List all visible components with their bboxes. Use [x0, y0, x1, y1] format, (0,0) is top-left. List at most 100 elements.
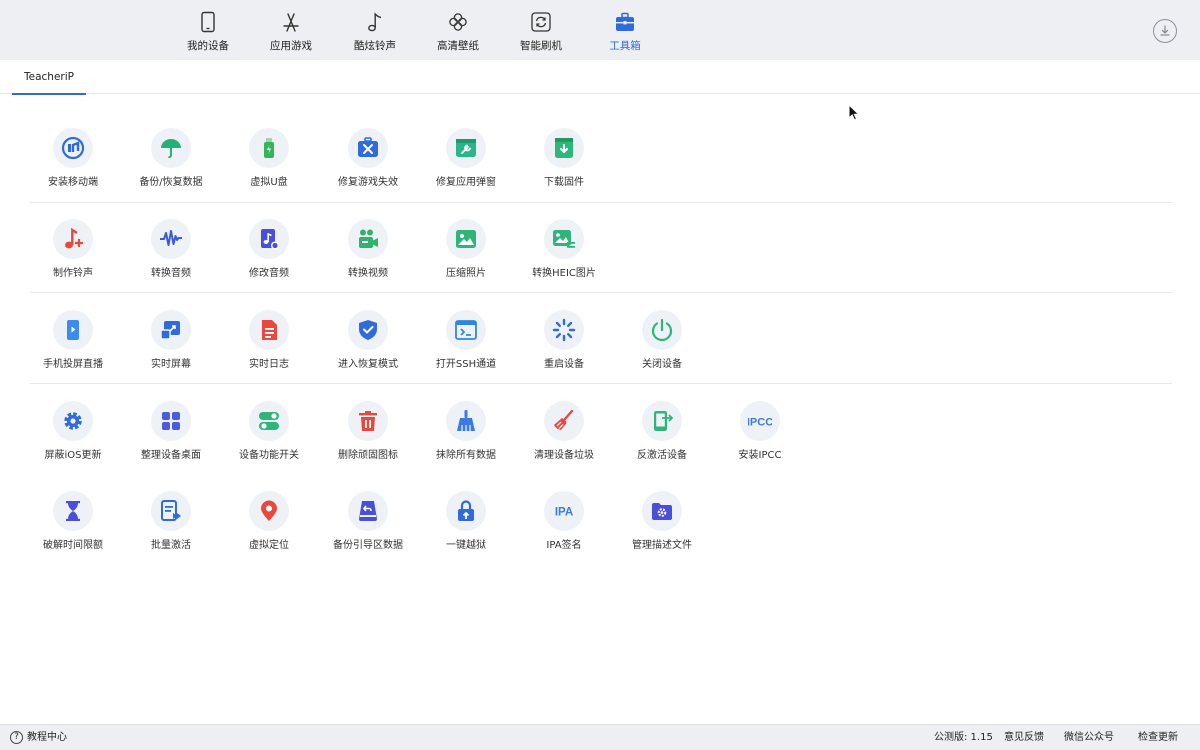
tool-manage-profiles[interactable]: 管理描述文件: [613, 491, 711, 555]
flower-icon: [449, 13, 467, 31]
tool-convert-video[interactable]: 转换视频: [319, 219, 417, 283]
umbrella-icon: [161, 139, 181, 159]
nav-smart-flash[interactable]: 智能刷机: [499, 0, 583, 60]
toggle-icon: [259, 412, 279, 430]
location-pin-icon: [261, 500, 277, 521]
check-update-link[interactable]: 检查更新: [1138, 731, 1178, 744]
question-icon: ?: [10, 731, 23, 744]
waveform-icon: [160, 230, 182, 246]
download-firmware-icon: [555, 138, 573, 158]
repair-toolkit-icon: [358, 137, 378, 157]
tool-erase-data[interactable]: 抹除所有数据: [417, 401, 515, 465]
grid-icon: [162, 412, 180, 430]
nav-apps-games[interactable]: 应用游戏: [249, 0, 333, 60]
tool-restart-device[interactable]: 重启设备: [515, 310, 613, 374]
audio-file-icon: [261, 229, 279, 250]
tab-teacherip[interactable]: TeacheriP: [12, 60, 86, 95]
tool-install-mobile[interactable]: 安装移动端: [24, 128, 122, 192]
tool-fix-popup[interactable]: 修复应用弹窗: [417, 128, 515, 192]
spinner-icon: [552, 318, 576, 342]
tool-make-ringtone[interactable]: 制作铃声: [24, 219, 122, 283]
power-icon: [651, 318, 673, 342]
music-note-icon: [368, 12, 382, 32]
tool-install-ipcc[interactable]: IPCC 安装IPCC: [711, 401, 809, 465]
heic-image-icon: [553, 230, 575, 248]
status-bar: ? 教程中心 公测版: 1.15 意见反馈 微信公众号 检查更新: [0, 724, 1200, 750]
download-icon: [1160, 25, 1170, 36]
nav-toolbox[interactable]: 工具箱: [583, 0, 667, 60]
tool-batch-activate[interactable]: 批量激活: [122, 491, 220, 555]
phone-icon: [201, 11, 215, 33]
tool-block-ios-update[interactable]: 屏蔽iOS更新: [24, 401, 122, 465]
unlock-icon: [458, 500, 474, 521]
ringtone-icon: [65, 227, 83, 249]
repair-window-icon: [456, 139, 476, 157]
install-mobile-icon: [61, 136, 85, 160]
help-center-label: 教程中心: [27, 732, 67, 743]
wechat-link[interactable]: 微信公众号: [1064, 731, 1114, 744]
tool-ssh-tunnel[interactable]: 打开SSH通道: [417, 310, 515, 374]
row-divider: [30, 202, 1172, 203]
tool-label: 关闭设备: [642, 359, 682, 370]
tool-shutdown-device[interactable]: 关闭设备: [613, 310, 711, 374]
tool-convert-audio[interactable]: 转换音频: [122, 219, 220, 283]
tool-label: 转换HEIC图片: [532, 268, 596, 279]
tool-live-log[interactable]: 实时日志: [220, 310, 318, 374]
tool-deactivate-device[interactable]: 反激活设备: [613, 401, 711, 465]
trash-icon: [359, 411, 377, 431]
download-button[interactable]: [1153, 19, 1177, 43]
tool-virtual-location[interactable]: 虚拟定位: [220, 491, 318, 555]
profile-folder-icon: [652, 503, 672, 520]
tool-bypass-screentime[interactable]: 破解时间限额: [24, 491, 122, 555]
tool-live-screen[interactable]: 实时屏幕: [122, 310, 220, 374]
nav-ringtones[interactable]: 酷炫铃声: [333, 0, 417, 60]
top-nav: 我的设备 应用游戏 酷炫铃声 高清壁纸 智能刷机 工具箱: [0, 0, 1200, 60]
nav-my-device[interactable]: 我的设备: [166, 0, 250, 60]
svg-text:IPA: IPA: [555, 507, 573, 519]
tool-recovery-mode[interactable]: 进入恢复模式: [319, 310, 417, 374]
app-store-icon: [283, 13, 299, 32]
deactivate-phone-icon: [654, 411, 674, 431]
tab-bar: TeacheriP: [0, 60, 1200, 95]
shield-check-icon: [359, 320, 377, 340]
nav-label: 应用游戏: [270, 40, 312, 52]
tool-jailbreak[interactable]: 一键越狱: [417, 491, 515, 555]
tool-clean-junk[interactable]: 清理设备垃圾: [515, 401, 613, 465]
nav-label: 高清壁纸: [437, 40, 479, 52]
nav-wallpapers[interactable]: 高清壁纸: [416, 0, 500, 60]
cleaning-brush-icon: [554, 409, 574, 430]
tool-download-firmware[interactable]: 下载固件: [515, 128, 613, 192]
tool-screen-cast[interactable]: 手机投屏直播: [24, 310, 122, 374]
nav-label: 我的设备: [187, 40, 229, 52]
version-label: 公测版: 1.15: [934, 732, 993, 743]
ipcc-icon: IPCC: [748, 417, 772, 429]
tool-organize-desktop[interactable]: 整理设备桌面: [122, 401, 220, 465]
tool-convert-heic[interactable]: 转换HEIC图片: [515, 219, 613, 283]
hourglass-icon: [66, 501, 80, 521]
screen-cast-icon: [67, 320, 79, 340]
toolbox-icon: [616, 12, 634, 31]
feedback-link[interactable]: 意见反馈: [1004, 731, 1044, 744]
log-file-icon: [262, 320, 277, 340]
terminal-icon: [455, 320, 477, 340]
tool-edit-audio[interactable]: 修改音频: [220, 219, 318, 283]
nav-label: 智能刷机: [520, 40, 562, 52]
tool-feature-switch[interactable]: 设备功能开关: [220, 401, 318, 465]
tool-label: 安装IPCC: [738, 450, 782, 461]
video-camera-icon: [359, 229, 378, 248]
tool-backup-restore[interactable]: 备份/恢复数据: [122, 128, 220, 192]
nav-label: 酷炫铃声: [354, 40, 396, 52]
live-screen-icon: [160, 321, 180, 340]
svg-text:IPCC: IPCC: [748, 417, 772, 429]
tool-delete-icons[interactable]: 删除顽固图标: [319, 401, 417, 465]
ipa-icon: IPA: [555, 507, 573, 519]
refresh-icon: [531, 12, 551, 32]
photo-icon: [456, 230, 476, 248]
boot-backup-icon: [359, 501, 377, 521]
tool-backup-boot[interactable]: 备份引导区数据: [319, 491, 417, 555]
tool-compress-photo[interactable]: 压缩照片: [417, 219, 515, 283]
tool-label: 下载固件: [544, 177, 584, 188]
tool-fix-game[interactable]: 修复游戏失效: [319, 128, 417, 192]
tool-ipa-sign[interactable]: IPA IPA签名: [515, 491, 613, 555]
tool-virtual-udisk[interactable]: 虚拟U盘: [220, 128, 318, 192]
